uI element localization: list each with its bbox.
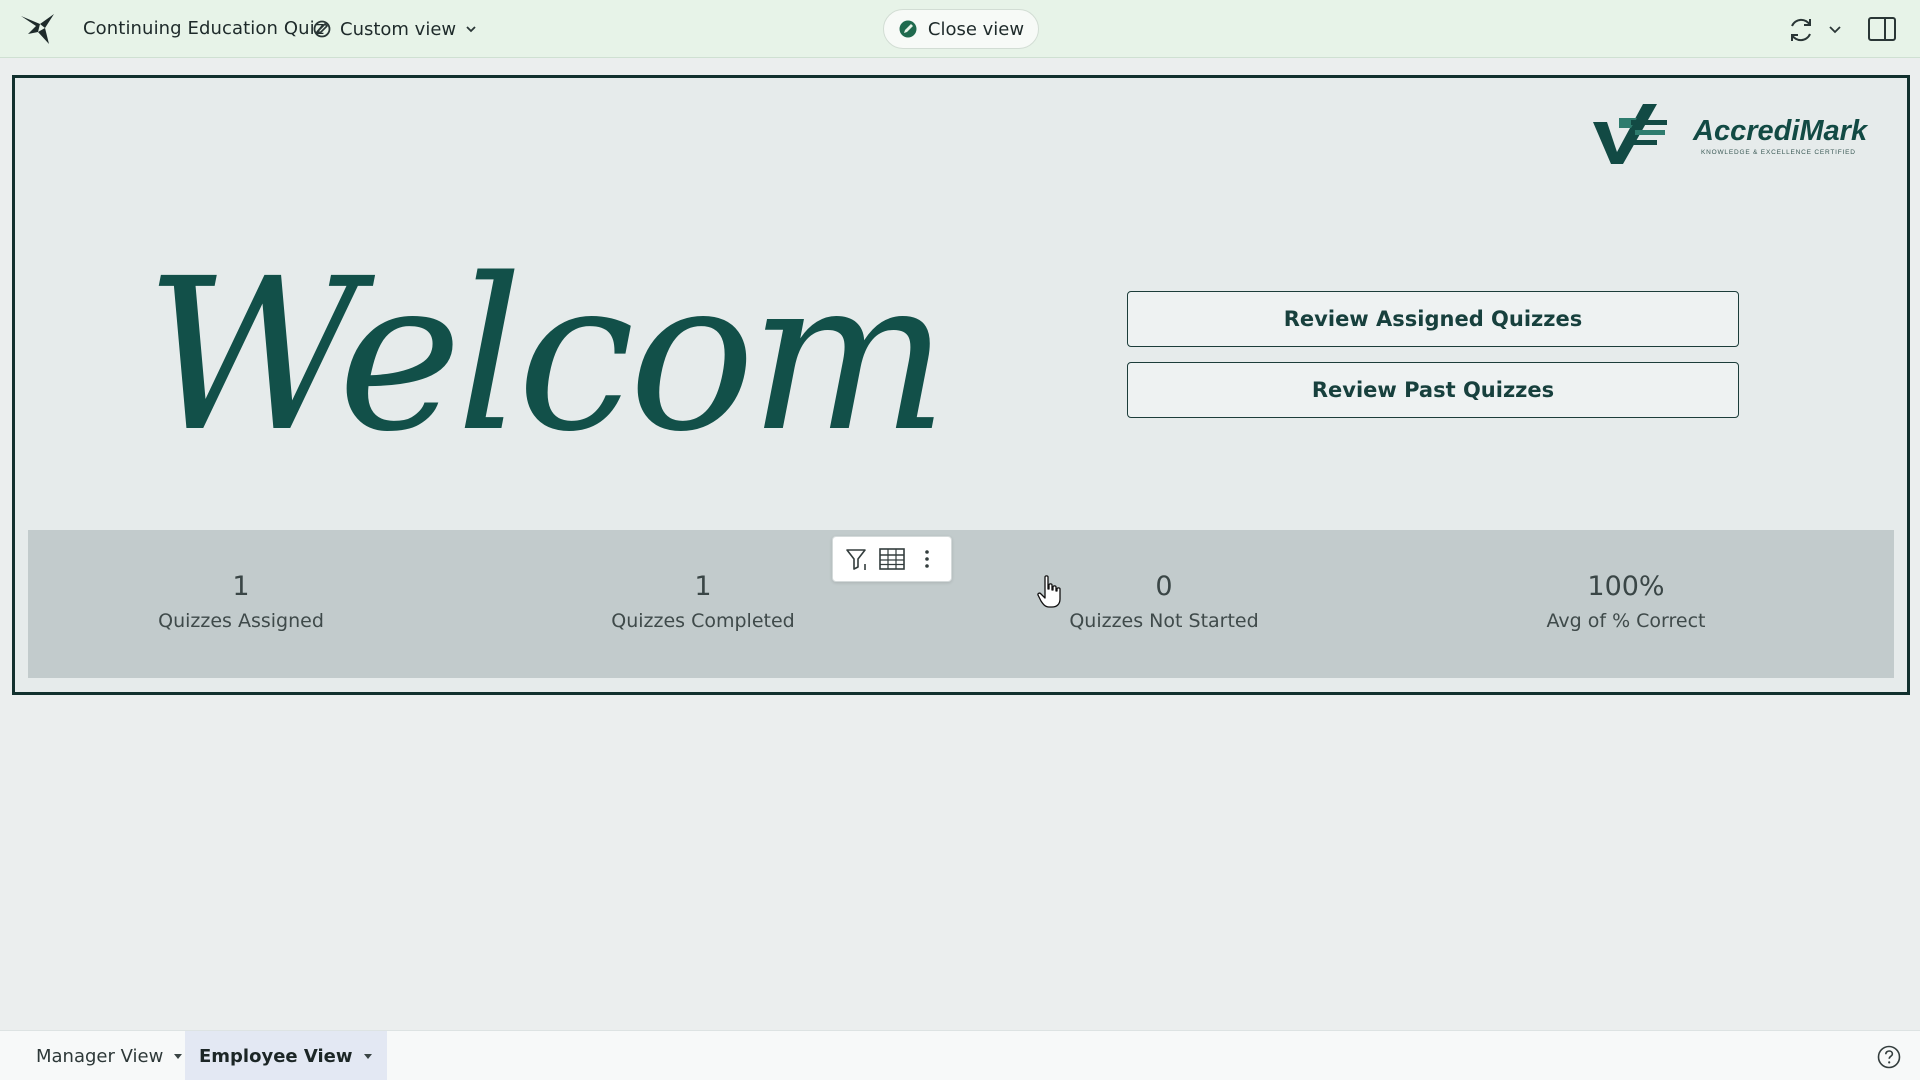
more-options-button[interactable]	[911, 543, 943, 575]
caret-down-icon[interactable]	[173, 1052, 183, 1060]
close-view-button[interactable]: Close view	[883, 9, 1039, 49]
kpi-quizzes-not-started: 0 Quizzes Not Started	[954, 570, 1374, 636]
kpi-value: 0	[1155, 571, 1173, 602]
kpi-value: 100%	[1587, 571, 1665, 602]
accredimark-logo: AccrediMark KNOWLEDGE & EXCELLENCE CERTI…	[1593, 104, 1869, 164]
refresh-options-chevron-icon[interactable]	[1826, 20, 1844, 38]
brand-tagline: KNOWLEDGE & EXCELLENCE CERTIFIED	[1701, 149, 1856, 156]
view-selector[interactable]: Custom view	[312, 14, 478, 44]
filter-button[interactable]	[841, 543, 873, 575]
table-icon	[879, 548, 905, 570]
dashboard-canvas: AccrediMark KNOWLEDGE & EXCELLENCE CERTI…	[12, 75, 1910, 695]
tab-manager-view[interactable]: Manager View	[22, 1031, 197, 1080]
kpi-label: Quizzes Not Started	[1069, 610, 1259, 632]
sheet-tab-bar: Manager View Employee View	[0, 1030, 1920, 1080]
help-icon[interactable]	[1876, 1044, 1902, 1070]
chevron-down-icon	[466, 26, 476, 33]
refresh-icon[interactable]	[1784, 13, 1818, 47]
welcome-text: Welcome	[145, 233, 945, 478]
view-data-button[interactable]	[876, 543, 908, 575]
kpi-avg-percent-correct: 100% Avg of % Correct	[1416, 570, 1836, 636]
more-vertical-icon	[925, 550, 930, 568]
tab-employee-view[interactable]: Employee View	[185, 1031, 387, 1080]
top-toolbar: Continuing Education Quiz Custom view Cl…	[0, 0, 1920, 58]
visualization-toolbar	[832, 536, 952, 582]
edit-view-icon	[313, 20, 331, 38]
caret-down-icon[interactable]	[363, 1052, 373, 1060]
app-bird-logo-icon[interactable]	[18, 10, 58, 48]
document-title: Continuing Education Quiz	[83, 18, 325, 39]
kpi-label: Avg of % Correct	[1546, 610, 1706, 632]
welcome-heading: Welcome	[145, 233, 945, 478]
kpi-summary-band: 1 Quizzes Assigned 1 Quizzes Completed 0…	[28, 530, 1894, 678]
close-view-label: Close view	[927, 18, 1025, 40]
review-past-quizzes-button[interactable]: Review Past Quizzes	[1127, 362, 1739, 418]
panel-toggle-icon[interactable]	[1866, 14, 1898, 44]
tab-label: Employee View	[199, 1045, 353, 1067]
view-selector-label: Custom view	[340, 18, 457, 40]
close-view-icon	[899, 20, 917, 38]
pointer-cursor-icon	[1037, 575, 1061, 608]
kpi-label: Quizzes Completed	[611, 610, 795, 632]
kpi-label: Quizzes Assigned	[158, 610, 324, 632]
kpi-value: 1	[232, 571, 250, 602]
filter-icon	[845, 549, 866, 570]
kpi-quizzes-assigned: 1 Quizzes Assigned	[31, 570, 451, 636]
brand-name: AccrediMark	[1692, 115, 1869, 147]
review-assigned-quizzes-button[interactable]: Review Assigned Quizzes	[1127, 291, 1739, 347]
tab-label: Manager View	[36, 1045, 164, 1067]
